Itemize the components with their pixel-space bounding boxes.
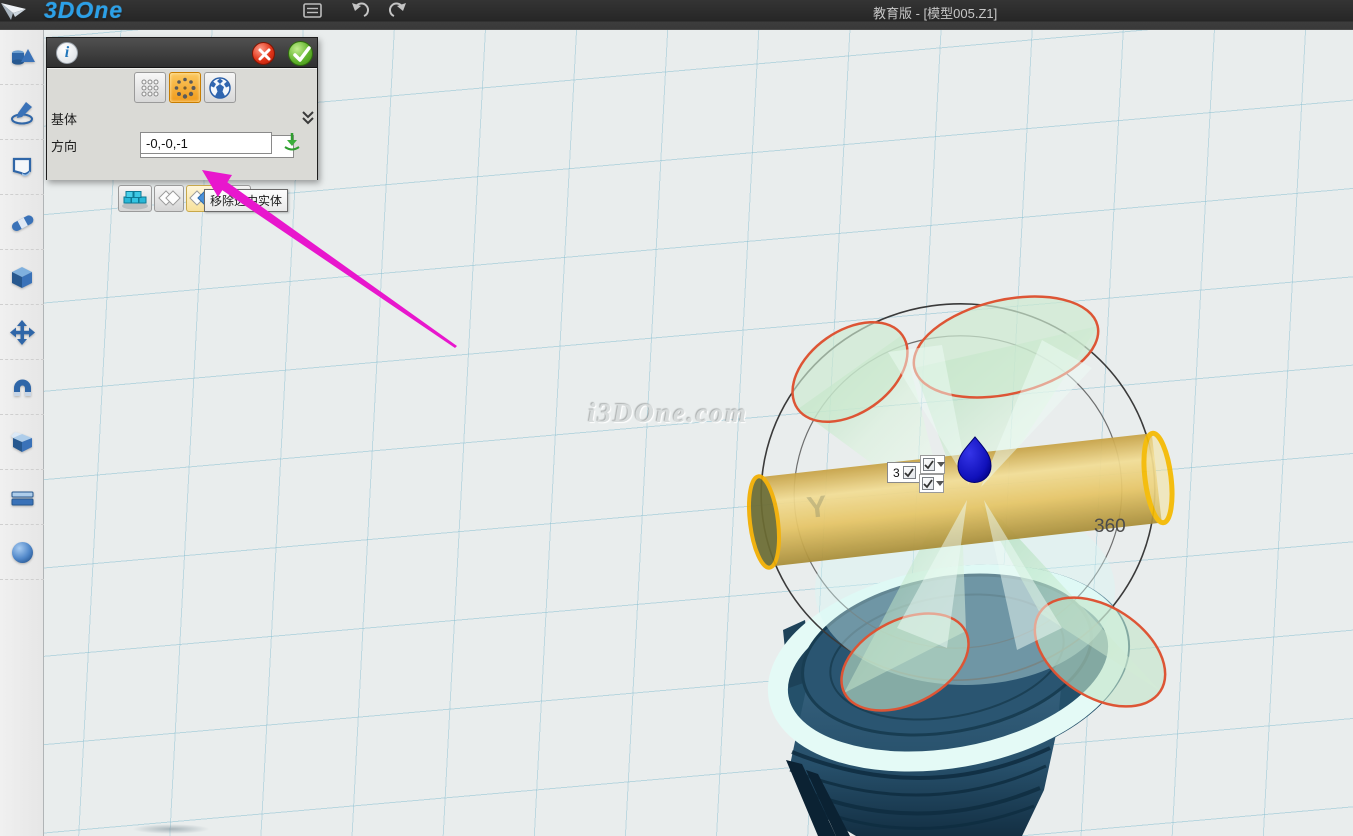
feature-cube-icon: [9, 264, 36, 291]
axis-ghost-label: Y: [805, 490, 828, 525]
sidebar-item-sweep[interactable]: [0, 195, 44, 250]
check-icon: [289, 42, 314, 67]
keep-both-diamonds-icon: [156, 189, 182, 209]
circular-pattern-button[interactable]: [169, 72, 201, 103]
app-logo-text: 3DOne: [44, 0, 123, 24]
linear-pattern-icon: [139, 77, 161, 99]
dropdown-arrow-icon[interactable]: [936, 481, 944, 486]
sidebar-item-sketch[interactable]: [0, 85, 44, 140]
source-solids-icon: [121, 188, 149, 210]
sidebar-item-move[interactable]: [0, 305, 44, 360]
sidebar-item-feature[interactable]: [0, 250, 44, 305]
dialog-body: 基体 方向: [47, 68, 317, 180]
combine-box-icon: [9, 429, 36, 456]
keep-both-button[interactable]: [154, 185, 184, 212]
count-checkbox[interactable]: [903, 466, 916, 479]
pattern-count-value: 3: [893, 466, 900, 480]
sweep-bandage-icon: [9, 209, 36, 236]
base-field-label: 基体: [51, 109, 77, 128]
magnet-icon: [9, 374, 36, 401]
tool-sidebar: [0, 30, 44, 836]
expand-chevrons-icon[interactable]: [299, 109, 317, 127]
dialog-header[interactable]: i: [47, 38, 317, 68]
sidebar-item-surface[interactable]: [0, 140, 44, 195]
direction-field-label: 方向: [51, 136, 77, 155]
dropdown-arrow-icon[interactable]: [937, 462, 945, 467]
shadow-smudge: [132, 824, 210, 834]
pattern-angle-label: 360: [1094, 516, 1126, 538]
material-sphere-icon: [9, 539, 36, 566]
direction-field-input[interactable]: [140, 132, 272, 154]
window-title: 教育版 - [模型005.Z1]: [873, 3, 997, 22]
pattern-type-row: [134, 72, 236, 103]
move-arrows-icon: [9, 319, 36, 346]
undo-icon[interactable]: [350, 2, 370, 20]
title-bar: 3DOne 教育版 - [模型005.Z1]: [0, 0, 1353, 30]
sketch-pen-icon: [9, 99, 36, 126]
linear-pattern-button[interactable]: [134, 72, 166, 103]
document-menu-icon[interactable]: [303, 2, 323, 20]
close-icon: [253, 43, 276, 66]
pattern-dialog: i: [46, 37, 318, 180]
sidebar-item-material[interactable]: [0, 525, 44, 580]
info-icon[interactable]: i: [56, 42, 78, 64]
app-logo-icon: [0, 0, 30, 22]
sidebar-item-snap[interactable]: [0, 360, 44, 415]
redo-icon[interactable]: [388, 2, 408, 20]
sphere-pattern-button[interactable]: [204, 72, 236, 103]
option-checkbox-upper[interactable]: [920, 455, 945, 474]
measure-ruler-icon: [9, 484, 36, 511]
sphere-pattern-icon: [208, 76, 232, 100]
option-checkbox-lower[interactable]: [919, 474, 944, 493]
surface-sheet-icon: [9, 154, 36, 181]
source-solids-button[interactable]: [118, 185, 152, 212]
confirm-button[interactable]: [288, 41, 313, 66]
circular-pattern-icon: [173, 76, 197, 100]
sidebar-item-primitives[interactable]: [0, 30, 44, 85]
pick-direction-icon[interactable]: [282, 131, 302, 152]
tooltip: 移除选中实体: [204, 189, 288, 212]
cancel-button[interactable]: [252, 42, 275, 65]
sidebar-item-combine[interactable]: [0, 415, 44, 470]
sidebar-item-measure[interactable]: [0, 470, 44, 525]
primitives-icon: [9, 44, 36, 71]
